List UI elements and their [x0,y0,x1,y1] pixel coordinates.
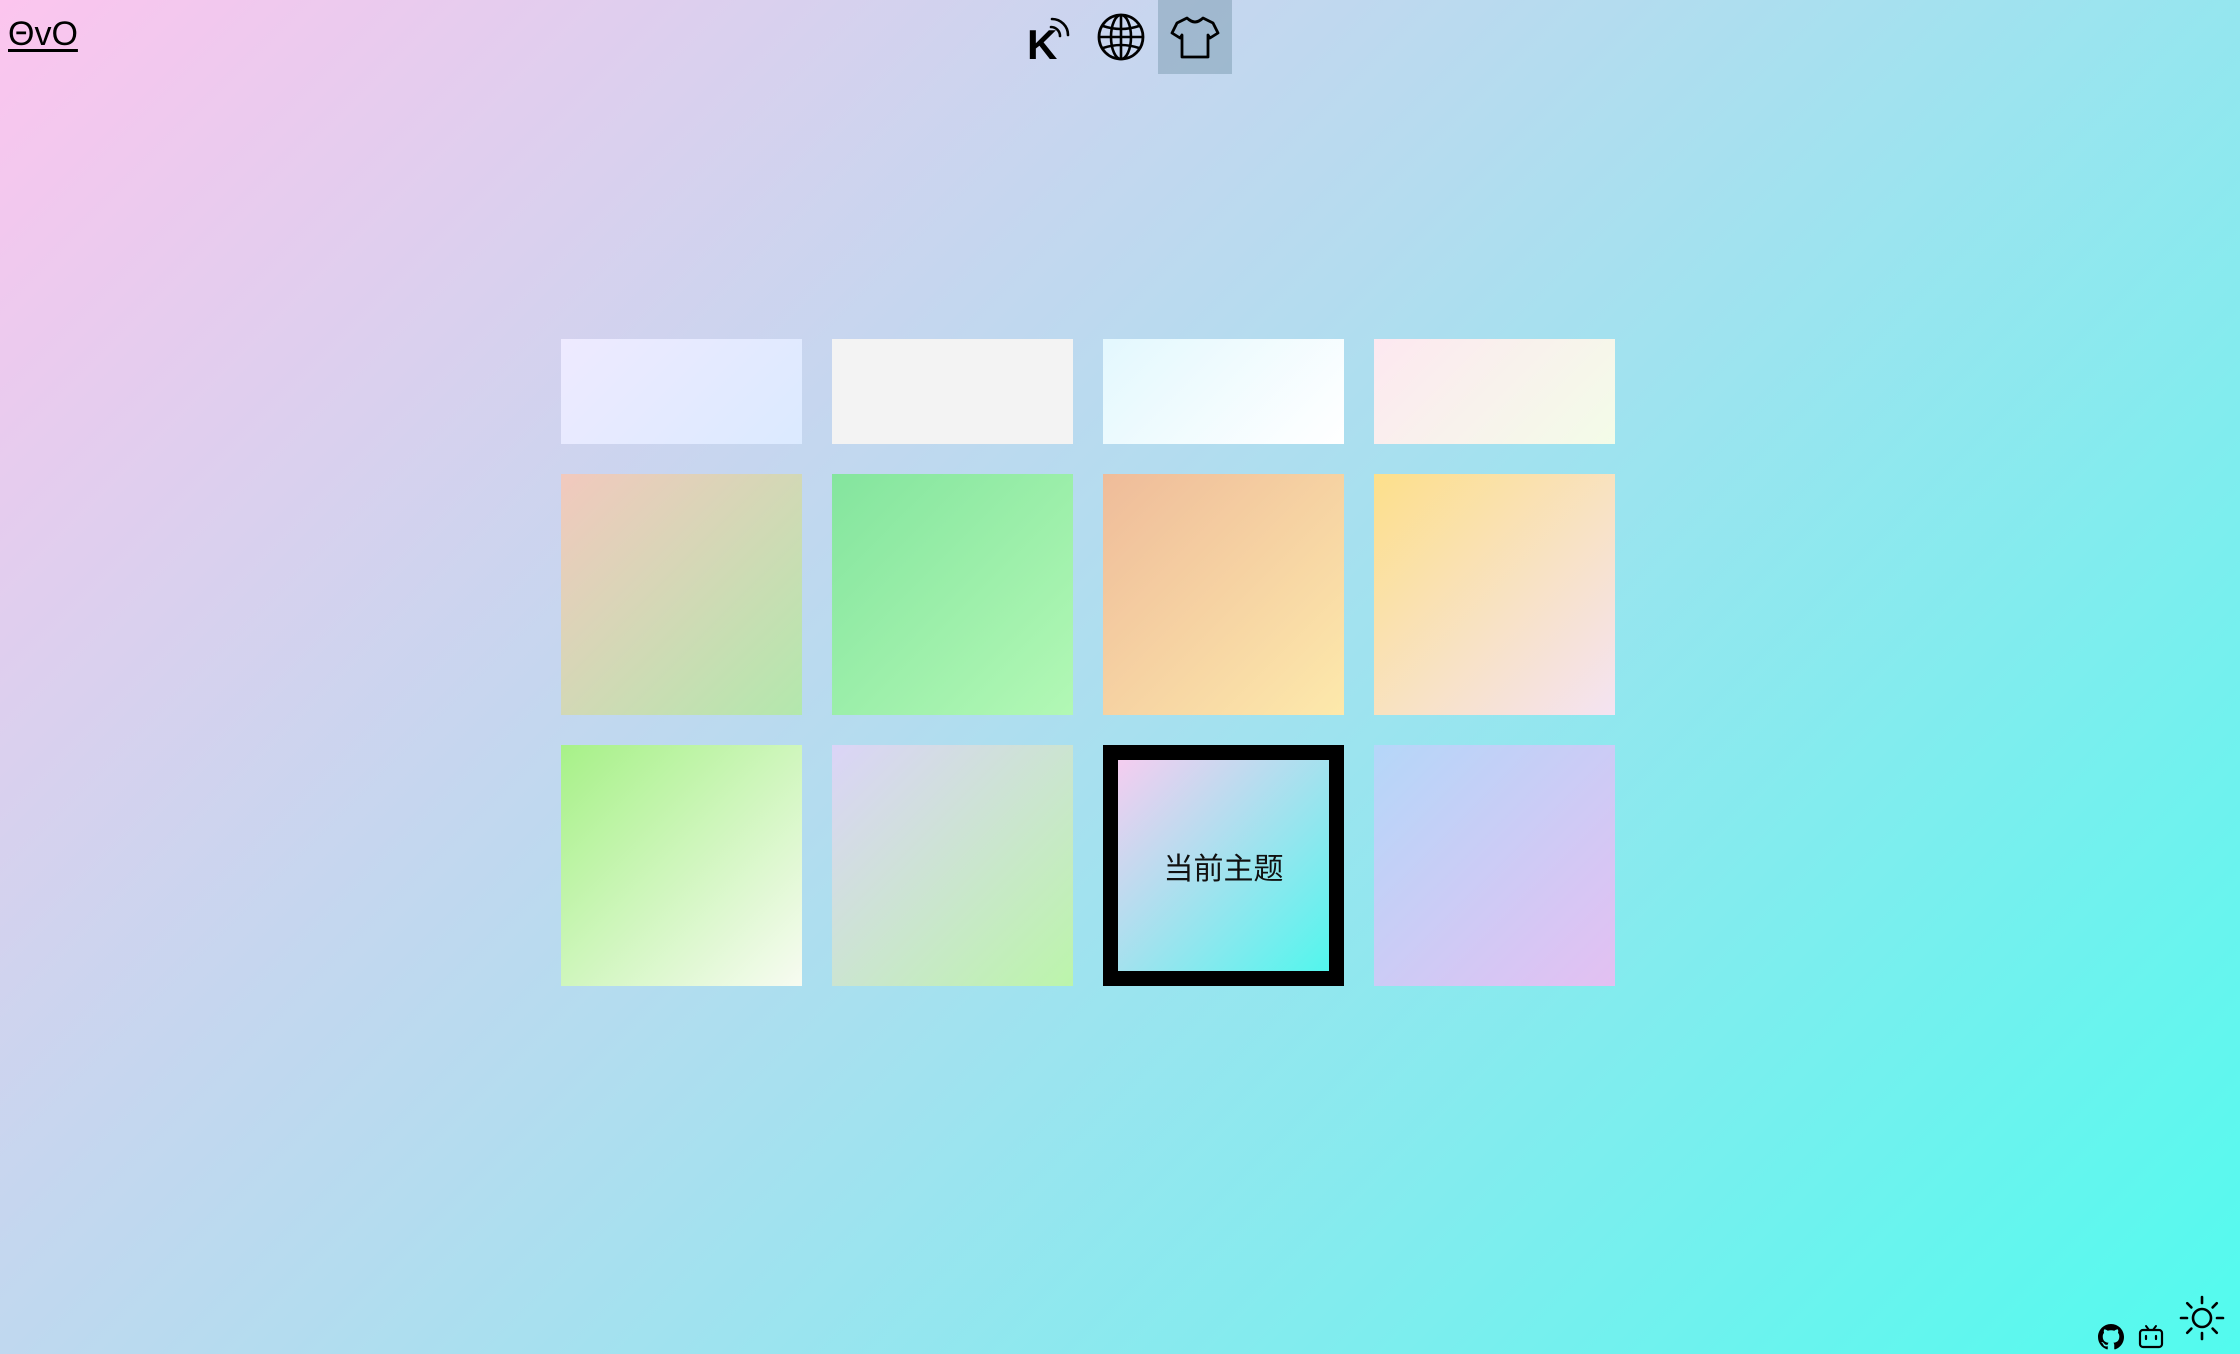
theme-swatch[interactable] [1374,474,1615,715]
theme-swatch[interactable] [1374,745,1615,986]
theme-swatch[interactable] [561,339,802,444]
nav-k-signal-button[interactable]: K [1010,0,1084,74]
bilibili-icon [2138,1325,2164,1349]
globe-icon [1097,13,1145,61]
theme-toggle-button[interactable] [2178,1294,2226,1342]
tshirt-icon [1170,16,1220,59]
theme-swatch[interactable] [1374,339,1615,444]
theme-swatch[interactable] [561,474,802,715]
site-logo[interactable]: ΘvO [8,14,78,54]
theme-swatch[interactable] [561,745,802,986]
github-icon [2098,1324,2124,1350]
top-nav: K [1010,0,1232,74]
theme-swatch[interactable] [1103,474,1344,715]
footer-icons [2098,1294,2226,1350]
theme-swatch[interactable] [832,474,1073,715]
bilibili-link[interactable] [2138,1324,2164,1350]
theme-swatch[interactable] [832,745,1073,986]
theme-swatch[interactable] [1103,339,1344,444]
nav-globe-button[interactable] [1084,0,1158,74]
k-signal-icon: K [1027,17,1070,63]
github-link[interactable] [2098,1324,2124,1350]
theme-grid: 当前主题 [561,339,1615,986]
theme-swatch[interactable] [832,339,1073,444]
theme-swatch-current[interactable]: 当前主题 [1103,745,1344,986]
sun-icon [2179,1295,2225,1341]
nav-theme-button[interactable] [1158,0,1232,74]
current-theme-label: 当前主题 [1163,851,1284,887]
